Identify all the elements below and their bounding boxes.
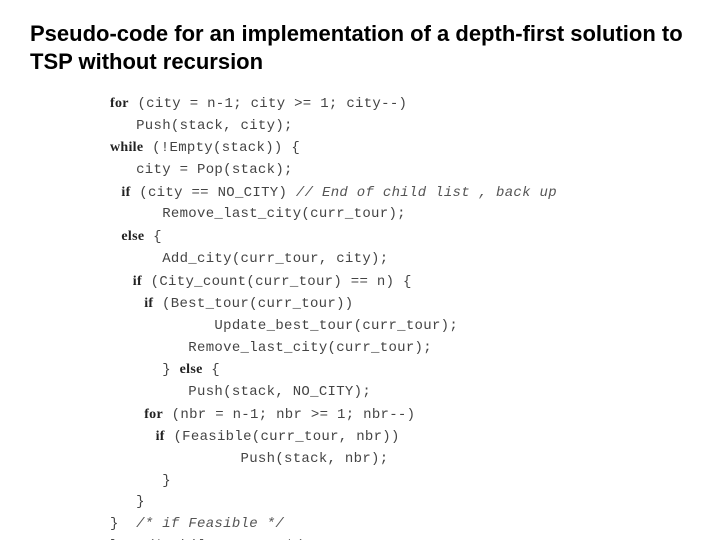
- kw-for: for: [110, 407, 163, 422]
- kw-if: if: [110, 429, 165, 444]
- code-text: (City_count(curr_tour) == n) {: [142, 274, 412, 290]
- code-text: (Feasible(curr_tour, nbr)): [165, 429, 400, 445]
- code-text: (city = n-1; city >= 1; city--): [129, 96, 407, 112]
- code-text: Update_best_tour(curr_tour);: [110, 318, 458, 334]
- kw-for: for: [110, 96, 129, 111]
- code-text: {: [203, 362, 220, 378]
- kw-else: else: [180, 362, 203, 377]
- kw-while: while: [110, 140, 143, 155]
- code-text: (city == NO_CITY): [131, 185, 296, 201]
- code-text: Remove_last_city(curr_tour);: [110, 206, 406, 222]
- code-text: city = Pop(stack);: [110, 162, 293, 178]
- code-text: }: [110, 473, 171, 489]
- code-text: Remove_last_city(curr_tour);: [110, 340, 432, 356]
- pseudocode-block: for (city = n-1; city >= 1; city--) Push…: [30, 93, 690, 540]
- code-text: {: [144, 229, 161, 245]
- slide: Pseudo-code for an implementation of a d…: [0, 0, 720, 540]
- comment: // End of child list , back up: [296, 185, 557, 201]
- slide-title: Pseudo-code for an implementation of a d…: [30, 20, 690, 75]
- code-text: Add_city(curr_tour, city);: [110, 251, 388, 267]
- code-text: (!Empty(stack)) {: [143, 140, 300, 156]
- code-text: Push(stack, NO_CITY);: [110, 384, 371, 400]
- code-text: (Best_tour(curr_tour)): [153, 296, 353, 312]
- code-text: }: [110, 516, 136, 532]
- kw-if: if: [110, 274, 142, 289]
- kw-if: if: [110, 185, 131, 200]
- code-text: Push(stack, nbr);: [110, 451, 388, 467]
- kw-else: else: [110, 229, 144, 244]
- code-text: }: [110, 362, 180, 378]
- code-text: }: [110, 494, 145, 510]
- code-text: (nbr = n-1; nbr >= 1; nbr--): [163, 407, 415, 423]
- kw-if: if: [110, 296, 153, 311]
- comment: /* if Feasible */: [136, 516, 284, 532]
- code-text: Push(stack, city);: [110, 118, 293, 134]
